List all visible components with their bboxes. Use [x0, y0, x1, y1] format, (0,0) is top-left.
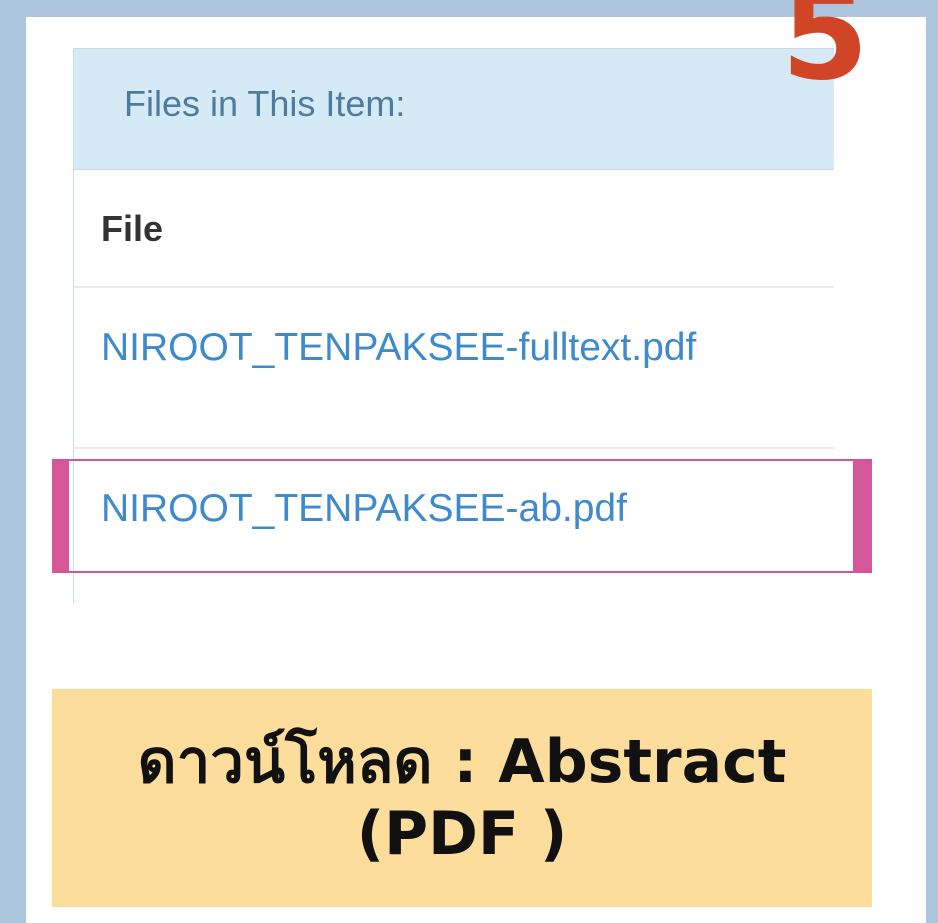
files-panel-heading: Files in This Item:: [74, 48, 834, 170]
row-divider: [74, 447, 834, 449]
highlight-bar-right: [853, 459, 872, 573]
download-caption-box: ดาวน์โหลด : Abstract (PDF ): [52, 689, 872, 907]
abstract-pdf-link[interactable]: NIROOT_TENPAKSEE-ab.pdf: [101, 487, 627, 531]
row-divider: [74, 286, 834, 288]
download-caption-text: ดาวน์โหลด : Abstract (PDF ): [137, 727, 787, 869]
fulltext-pdf-link[interactable]: NIROOT_TENPAKSEE-fulltext.pdf: [101, 326, 696, 370]
file-column-header: File: [101, 208, 164, 249]
highlight-bar-left: [52, 459, 69, 573]
step-number: 5: [781, 0, 869, 108]
files-panel-heading-text: Files in This Item:: [124, 83, 406, 124]
